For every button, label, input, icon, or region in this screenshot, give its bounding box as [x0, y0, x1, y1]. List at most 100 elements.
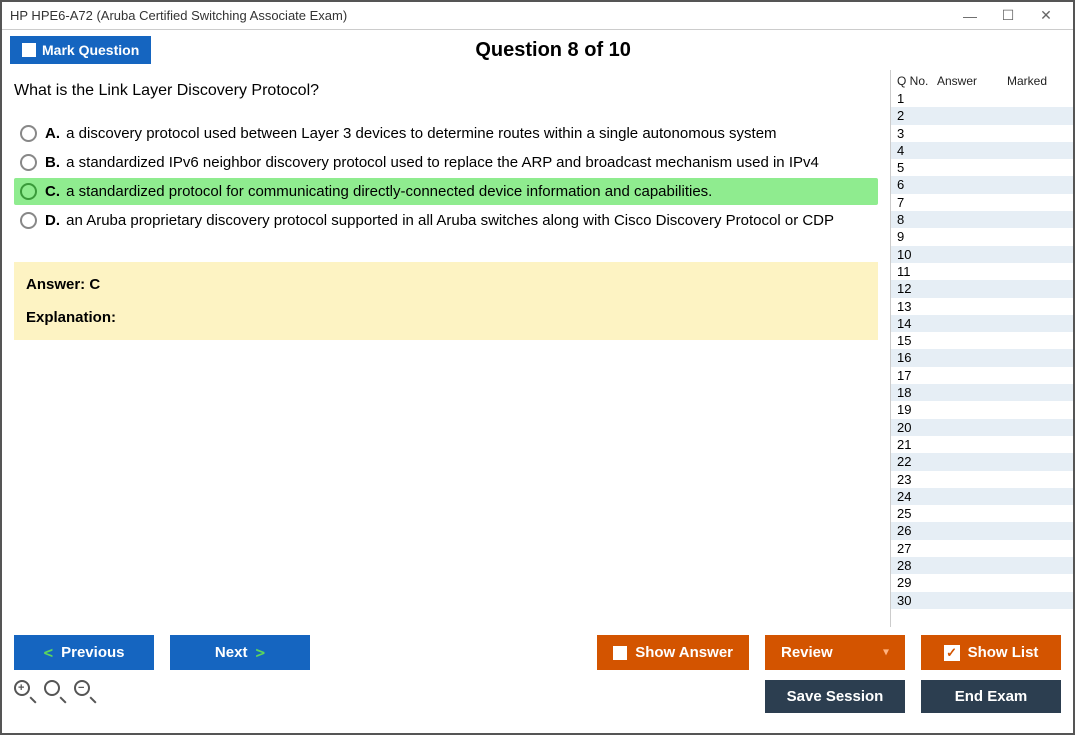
chevron-right-icon: >: [255, 643, 265, 662]
row-number: 2: [897, 107, 937, 124]
question-row[interactable]: 30: [891, 592, 1073, 609]
window-title: HP HPE6-A72 (Aruba Certified Switching A…: [10, 8, 951, 23]
row-number: 1: [897, 90, 937, 107]
question-row[interactable]: 28: [891, 557, 1073, 574]
mark-label: Mark Question: [42, 42, 139, 58]
end-exam-label: End Exam: [955, 688, 1028, 705]
question-row[interactable]: 14: [891, 315, 1073, 332]
zoom-out-icon[interactable]: −: [74, 680, 96, 702]
choice-D[interactable]: D. an Aruba proprietary discovery protoc…: [14, 207, 878, 234]
question-panel: What is the Link Layer Discovery Protoco…: [2, 70, 890, 627]
question-row[interactable]: 3: [891, 125, 1073, 142]
row-number: 16: [897, 349, 937, 366]
question-row[interactable]: 27: [891, 540, 1073, 557]
row-number: 5: [897, 159, 937, 176]
question-row[interactable]: 9: [891, 228, 1073, 245]
previous-button[interactable]: < Previous: [14, 635, 154, 670]
question-row[interactable]: 18: [891, 384, 1073, 401]
choice-text: A. a discovery protocol used between Lay…: [45, 125, 777, 142]
question-row[interactable]: 5: [891, 159, 1073, 176]
row-number: 14: [897, 315, 937, 332]
question-row[interactable]: 24: [891, 488, 1073, 505]
question-row[interactable]: 25: [891, 505, 1073, 522]
question-row[interactable]: 1: [891, 90, 1073, 107]
question-row[interactable]: 12: [891, 280, 1073, 297]
show-answer-button[interactable]: Show Answer: [597, 635, 749, 670]
question-row[interactable]: 22: [891, 453, 1073, 470]
footer: < Previous Next > Show Answer Review ▼ ✓…: [2, 627, 1073, 733]
question-row[interactable]: 20: [891, 419, 1073, 436]
question-row[interactable]: 15: [891, 332, 1073, 349]
question-row[interactable]: 11: [891, 263, 1073, 280]
choices-list: A. a discovery protocol used between Lay…: [14, 120, 878, 234]
question-row[interactable]: 16: [891, 349, 1073, 366]
row-number: 8: [897, 211, 937, 228]
main-area: What is the Link Layer Discovery Protoco…: [2, 70, 1073, 627]
check-icon: ✓: [944, 645, 960, 661]
review-label: Review: [781, 644, 833, 661]
row-number: 22: [897, 453, 937, 470]
row-number: 27: [897, 540, 937, 557]
next-button[interactable]: Next >: [170, 635, 310, 670]
question-row[interactable]: 21: [891, 436, 1073, 453]
question-row[interactable]: 29: [891, 574, 1073, 591]
save-session-button[interactable]: Save Session: [765, 680, 905, 713]
chevron-left-icon: <: [43, 643, 53, 662]
zoom-in-icon[interactable]: +: [14, 680, 36, 702]
question-row[interactable]: 19: [891, 401, 1073, 418]
answer-explanation-box: Answer: C Explanation:: [14, 262, 878, 340]
list-header: Q No. Answer Marked: [891, 70, 1073, 90]
radio-icon: [20, 212, 37, 229]
choice-text: D. an Aruba proprietary discovery protoc…: [45, 212, 834, 229]
row-number: 29: [897, 574, 937, 591]
button-row-2: + − Save Session End Exam: [14, 680, 1061, 713]
row-number: 15: [897, 332, 937, 349]
choice-C[interactable]: C. a standardized protocol for communica…: [14, 178, 878, 205]
button-row-1: < Previous Next > Show Answer Review ▼ ✓…: [14, 635, 1061, 670]
row-number: 11: [897, 263, 937, 280]
row-number: 6: [897, 176, 937, 193]
show-list-button[interactable]: ✓ Show List: [921, 635, 1061, 670]
row-number: 25: [897, 505, 937, 522]
maximize-button[interactable]: ☐: [989, 6, 1027, 26]
choice-B[interactable]: B. a standardized IPv6 neighbor discover…: [14, 149, 878, 176]
question-counter: Question 8 of 10: [151, 39, 1065, 62]
col-marked: Marked: [1007, 74, 1067, 88]
row-number: 18: [897, 384, 937, 401]
minimize-button[interactable]: —: [951, 6, 989, 26]
zoom-reset-icon[interactable]: [44, 680, 66, 702]
row-number: 19: [897, 401, 937, 418]
row-number: 12: [897, 280, 937, 297]
close-button[interactable]: ✕: [1027, 6, 1065, 26]
radio-icon: [20, 154, 37, 171]
choice-text: C. a standardized protocol for communica…: [45, 183, 712, 200]
titlebar: HP HPE6-A72 (Aruba Certified Switching A…: [2, 2, 1073, 30]
row-number: 7: [897, 194, 937, 211]
end-exam-button[interactable]: End Exam: [921, 680, 1061, 713]
explanation-label: Explanation:: [26, 309, 866, 326]
row-number: 30: [897, 592, 937, 609]
question-row[interactable]: 8: [891, 211, 1073, 228]
question-row[interactable]: 13: [891, 298, 1073, 315]
choice-A[interactable]: A. a discovery protocol used between Lay…: [14, 120, 878, 147]
question-rows[interactable]: 1234567891011121314151617181920212223242…: [891, 90, 1073, 627]
question-row[interactable]: 6: [891, 176, 1073, 193]
row-number: 21: [897, 436, 937, 453]
question-row[interactable]: 7: [891, 194, 1073, 211]
previous-label: Previous: [61, 644, 124, 661]
question-row[interactable]: 4: [891, 142, 1073, 159]
question-row[interactable]: 2: [891, 107, 1073, 124]
topbar: Mark Question Question 8 of 10: [2, 30, 1073, 70]
question-row[interactable]: 10: [891, 246, 1073, 263]
question-row[interactable]: 17: [891, 367, 1073, 384]
col-qno: Q No.: [897, 74, 937, 88]
zoom-controls: + −: [14, 680, 96, 713]
question-row[interactable]: 23: [891, 471, 1073, 488]
answer-label: Answer: C: [26, 276, 866, 293]
review-button[interactable]: Review ▼: [765, 635, 905, 670]
mark-question-button[interactable]: Mark Question: [10, 36, 151, 64]
row-number: 10: [897, 246, 937, 263]
question-row[interactable]: 26: [891, 522, 1073, 539]
question-list-panel: Q No. Answer Marked 12345678910111213141…: [890, 70, 1073, 627]
row-number: 17: [897, 367, 937, 384]
